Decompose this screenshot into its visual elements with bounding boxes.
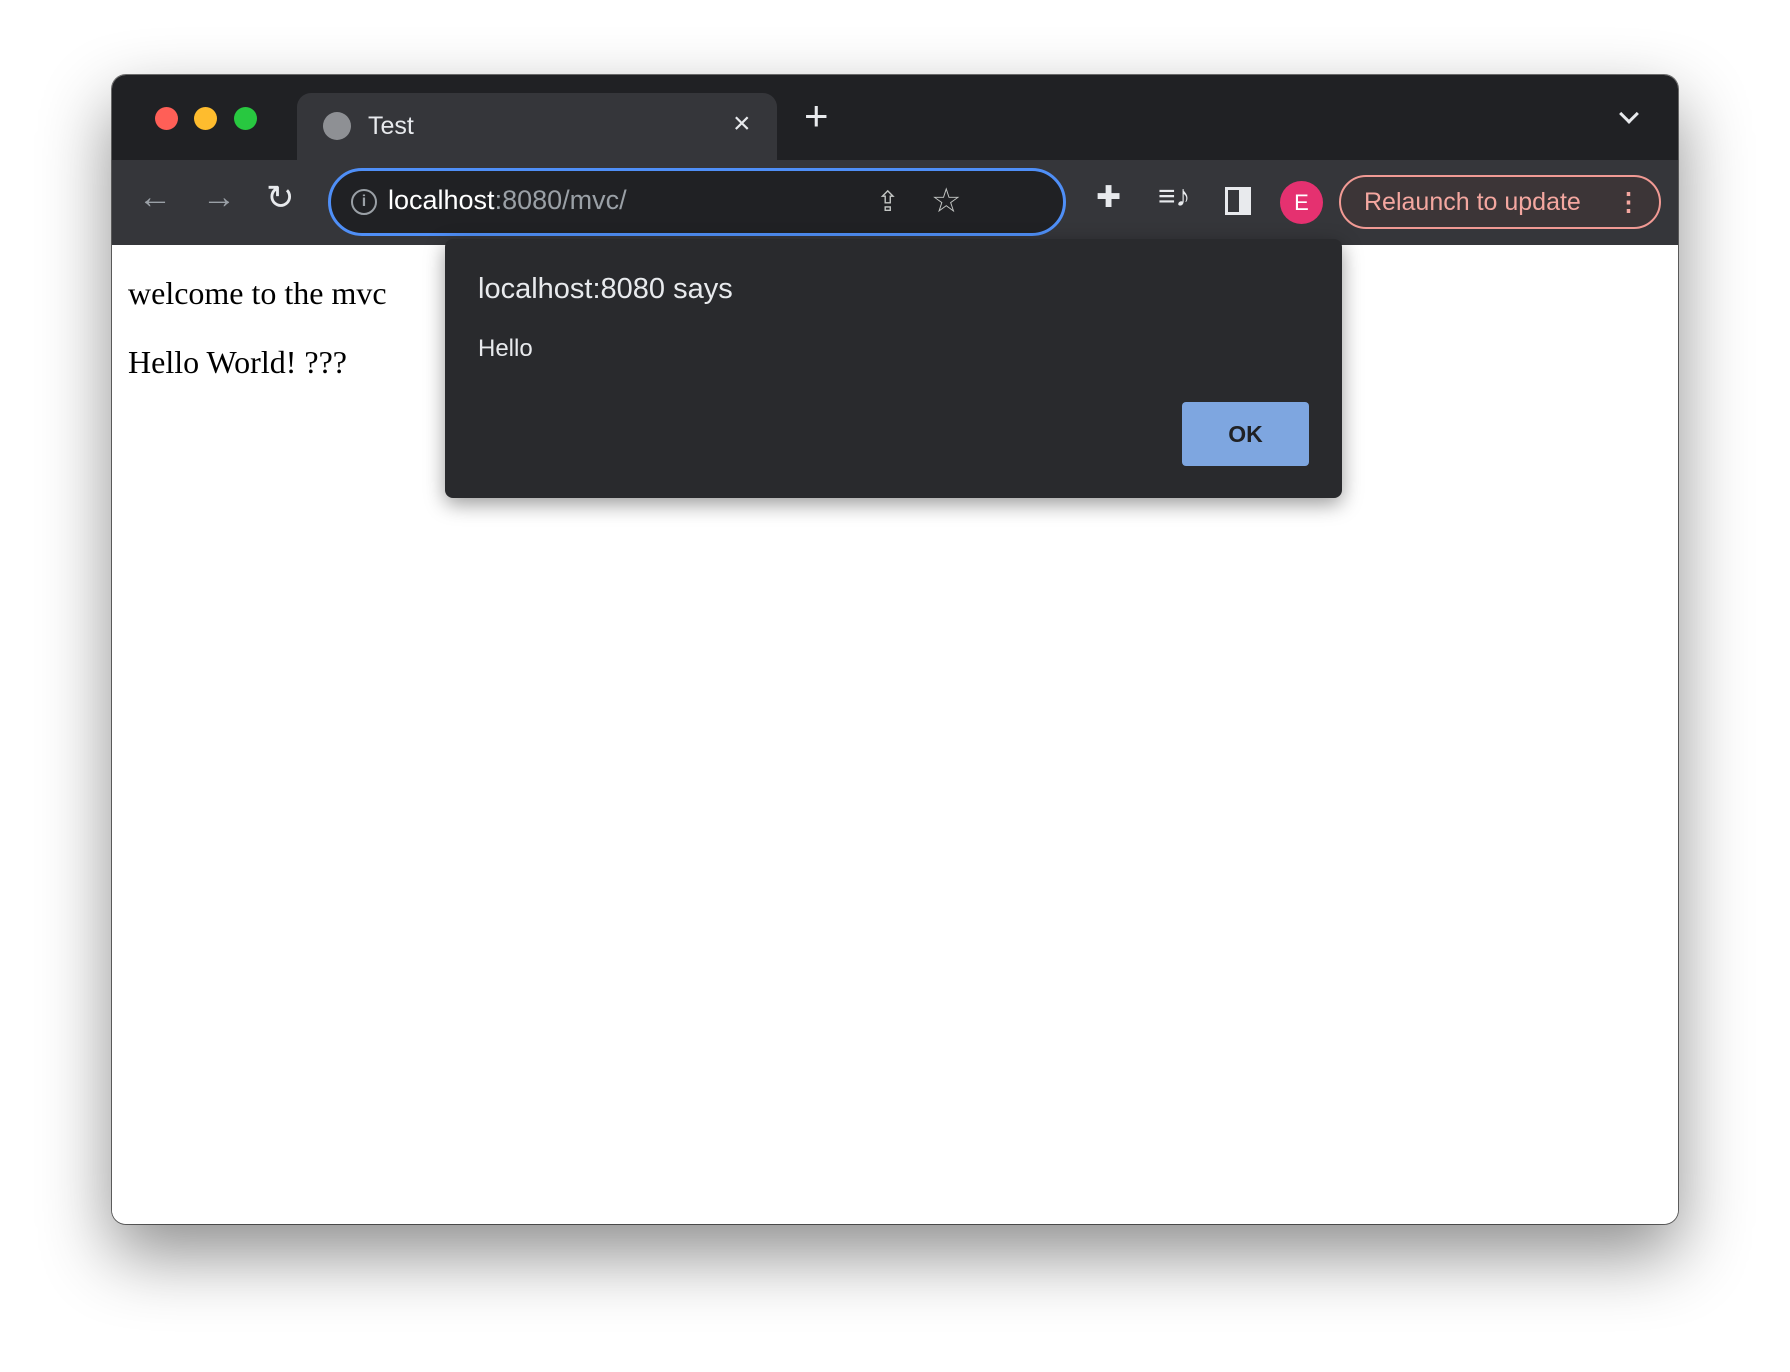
forward-icon[interactable]: → bbox=[202, 178, 236, 217]
maximize-window-button[interactable] bbox=[234, 107, 257, 130]
address-bar[interactable]: i localhost:8080/mvc/ ⇪ ☆ bbox=[328, 168, 1066, 236]
media-controls-icon[interactable]: ≡♪ bbox=[1158, 180, 1191, 214]
dialog-title: localhost:8080 says bbox=[478, 273, 733, 305]
hello-world-text: Hello World! ??? bbox=[128, 344, 347, 380]
side-panel-icon[interactable] bbox=[1225, 187, 1251, 215]
dialog-message: Hello bbox=[478, 335, 533, 362]
tab-strip: Test × + bbox=[112, 75, 1678, 160]
share-icon[interactable]: ⇪ bbox=[876, 185, 899, 218]
new-tab-button[interactable]: + bbox=[804, 95, 829, 137]
globe-icon bbox=[323, 112, 351, 140]
more-menu-icon[interactable]: ⋮ bbox=[1616, 177, 1641, 227]
site-info-icon[interactable]: i bbox=[351, 189, 377, 215]
close-window-button[interactable] bbox=[155, 107, 178, 130]
relaunch-label: Relaunch to update bbox=[1364, 188, 1581, 216]
extensions-puzzle-icon[interactable]: ✚ bbox=[1096, 180, 1121, 215]
tab-title: Test bbox=[368, 112, 414, 140]
reload-icon[interactable]: ↻ bbox=[266, 178, 295, 218]
tab-close-icon[interactable]: × bbox=[733, 107, 751, 141]
bookmark-star-icon[interactable]: ☆ bbox=[931, 181, 961, 221]
relaunch-to-update-button[interactable]: Relaunch to update ⋮ bbox=[1339, 175, 1661, 229]
tab-search-chevron-icon[interactable] bbox=[1619, 104, 1639, 124]
url-text[interactable]: localhost:8080/mvc/ bbox=[388, 185, 627, 216]
back-icon[interactable]: ← bbox=[138, 178, 172, 217]
tab-test[interactable]: Test × bbox=[297, 93, 777, 160]
browser-window: Test × + ← → ↻ i localhost:8080/mvc/ ⇪ ☆… bbox=[112, 75, 1678, 1224]
url-host: localhost bbox=[388, 185, 495, 215]
minimize-window-button[interactable] bbox=[194, 107, 217, 130]
toolbar: ← → ↻ i localhost:8080/mvc/ ⇪ ☆ ✚ ≡♪ E R… bbox=[112, 160, 1678, 245]
welcome-text: welcome to the mvc bbox=[128, 275, 387, 311]
alert-dialog: localhost:8080 says Hello OK bbox=[445, 239, 1342, 498]
url-path: :8080/mvc/ bbox=[494, 185, 627, 215]
profile-avatar[interactable]: E bbox=[1280, 181, 1323, 224]
ok-button[interactable]: OK bbox=[1182, 402, 1309, 466]
